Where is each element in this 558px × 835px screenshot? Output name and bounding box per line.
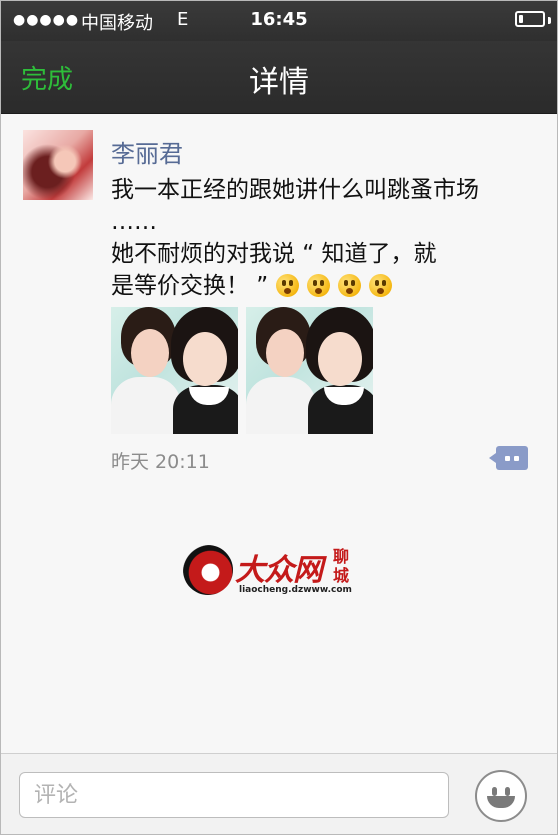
- surprised-face-emoji: [276, 274, 300, 297]
- watermark-city: 聊城: [333, 547, 350, 585]
- status-bar: ●●●●● 中国移动 E 16:45: [1, 1, 557, 41]
- post-timestamp: 昨天 20:11: [111, 451, 210, 473]
- watermark-site-name: 大众网: [235, 553, 323, 588]
- comment-bubble-icon[interactable]: [489, 446, 528, 470]
- page-title: 详情: [249, 65, 309, 100]
- photo-figure-child-body: [246, 377, 316, 434]
- smiley-eye: [505, 787, 510, 796]
- emoji-group: [268, 273, 393, 299]
- battery-tip: [548, 17, 551, 24]
- battery-fill: [519, 15, 523, 23]
- emoji-mouth: [315, 288, 323, 294]
- avatar[interactable]: [23, 130, 93, 200]
- comment-dot: [505, 456, 510, 461]
- smiley-eye: [492, 787, 497, 796]
- post-text-line: 我一本正经的跟她讲什么叫跳蚤市场: [111, 177, 479, 203]
- smiley-mouth: [487, 796, 515, 808]
- surprised-face-emoji: [369, 274, 393, 297]
- post-photo[interactable]: [246, 307, 373, 434]
- photo-figure-adult-face: [183, 332, 227, 386]
- emoji-mouth: [284, 288, 292, 294]
- post-text: 我一本正经的跟她讲什么叫跳蚤市场 …… 她不耐烦的对我说 “ 知道了，就 是等价…: [111, 174, 541, 302]
- battery-icon: [515, 11, 545, 27]
- photo-figure-child-body: [111, 377, 181, 434]
- post-text-line: ……: [111, 209, 157, 235]
- watermark-logo: 大众网 聊城 liaocheng.dzwww.com: [183, 543, 363, 603]
- comment-input[interactable]: [19, 772, 449, 818]
- comment-bar: [1, 753, 557, 834]
- post-photo[interactable]: [111, 307, 238, 434]
- emoji-mouth: [377, 288, 385, 294]
- photo-figure-child-face: [266, 329, 304, 377]
- post-text-line: 她不耐烦的对我说 “ 知道了，就: [111, 241, 437, 267]
- post-text-line-last: 是等价交换！ ”: [111, 270, 541, 302]
- screen: ●●●●● 中国移动 E 16:45 完成 详情 李丽君 我一本正经的跟她讲什么…: [0, 0, 558, 835]
- emoji-mouth: [346, 288, 354, 294]
- navigation-bar: 完成 详情: [1, 41, 557, 114]
- flame-logo-icon: [183, 545, 233, 595]
- author-name[interactable]: 李丽君: [111, 134, 183, 169]
- watermark-url: liaocheng.dzwww.com: [239, 585, 352, 595]
- surprised-face-emoji: [338, 274, 362, 297]
- status-time: 16:45: [250, 9, 308, 30]
- photo-figure-adult-face: [318, 332, 362, 386]
- comment-dot: [514, 456, 519, 461]
- smiley-icon[interactable]: [475, 770, 527, 822]
- surprised-face-emoji: [307, 274, 331, 297]
- post-text-line-content: 是等价交换！ ”: [111, 273, 269, 299]
- photo-figure-child-face: [131, 329, 169, 377]
